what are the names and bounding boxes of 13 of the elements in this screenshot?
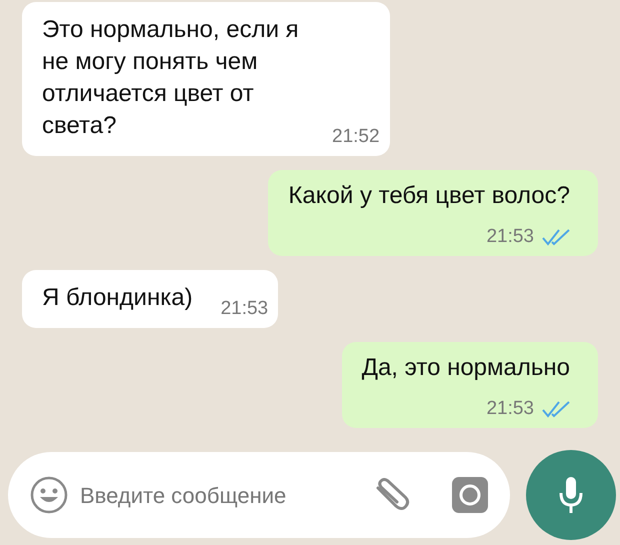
message-field[interactable]: Введите сообщение [80,478,360,512]
camera-icon[interactable] [452,477,488,513]
emoji-icon[interactable] [30,476,68,514]
message-text: Да, это нормально [362,353,570,383]
message-input[interactable]: Введите сообщение [8,452,510,538]
message-time: 21:52 [332,126,380,148]
message-text: Какой у тебя цвет волос? [288,181,570,211]
message-text: Я блондинка) [42,283,193,313]
message-time: 21:53 [220,298,268,320]
microphone-icon [558,475,584,515]
message-time: 21:53 [486,398,534,420]
message-text: Это нормально, если я не могу понять чем отличается цвет от света? [42,15,300,141]
message-time: 21:53 [486,226,534,248]
